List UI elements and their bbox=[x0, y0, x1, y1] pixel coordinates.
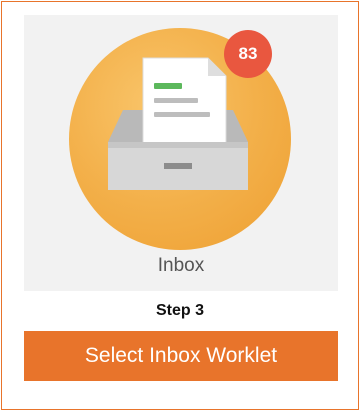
step-card: 83 Inbox Step 3 Select Inbox Worklet bbox=[1, 1, 359, 410]
select-inbox-worklet-button[interactable]: Select Inbox Worklet bbox=[24, 331, 338, 381]
notification-count-badge: 83 bbox=[224, 30, 272, 78]
step-label: Step 3 bbox=[155, 302, 204, 319]
inbox-tile-label: Inbox bbox=[157, 255, 205, 276]
inbox-tile[interactable]: 83 Inbox bbox=[24, 15, 338, 291]
